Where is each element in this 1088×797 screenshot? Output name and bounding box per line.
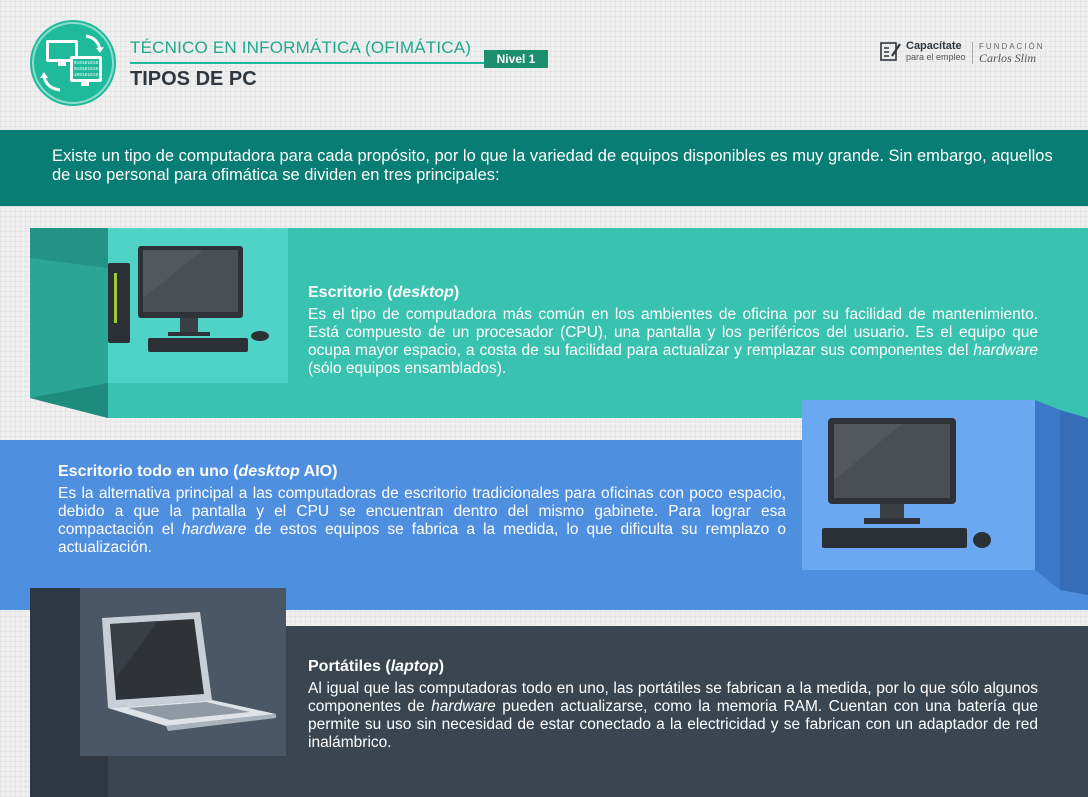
page-title: TIPOS DE PC bbox=[130, 68, 257, 90]
aio-description: Es la alternativa principal a las comput… bbox=[58, 485, 786, 556]
sponsor-divider bbox=[972, 42, 973, 64]
capacitate-name: Capacítate bbox=[906, 40, 962, 52]
desktop-description: Es el tipo de computadora más común en l… bbox=[308, 306, 1038, 377]
level-badge: Nivel 1 bbox=[484, 50, 548, 68]
laptop-title: Portátiles (laptop) bbox=[308, 658, 445, 675]
intro-text: Existe un tipo de computadora para cada … bbox=[52, 147, 1053, 184]
laptop-section: Portátiles (laptop) Al igual que las com… bbox=[308, 658, 1038, 752]
desktop-image bbox=[108, 228, 288, 383]
title-underline bbox=[130, 62, 540, 64]
foundation-label: FUNDACIÓN bbox=[979, 42, 1045, 51]
desktop-section: Escritorio (desktop) Es el tipo de compu… bbox=[308, 284, 1038, 378]
binary-line-3: 100101010 bbox=[74, 72, 99, 78]
page-header: 010101010 010101010 100101010 TÉCNICO EN… bbox=[0, 0, 1088, 128]
binary-line-1: 010101010 bbox=[74, 60, 99, 66]
laptop-image bbox=[88, 598, 278, 748]
all-in-one-pc-icon bbox=[822, 418, 991, 548]
course-title: TÉCNICO EN INFORMÁTICA (OFIMÁTICA) bbox=[130, 38, 472, 57]
aio-image bbox=[812, 410, 1022, 560]
intro-band: Existe un tipo de computadora para cada … bbox=[0, 130, 1088, 206]
aio-title: Escritorio todo en uno (desktop AIO) bbox=[58, 463, 338, 480]
desktop-pc-icon bbox=[108, 246, 269, 352]
foundation-name: Carlos Slim bbox=[979, 51, 1037, 65]
laptop-icon bbox=[102, 612, 276, 731]
binary-line-2: 010101010 bbox=[74, 66, 99, 72]
computer-sync-icon: 010101010 010101010 100101010 bbox=[32, 22, 114, 104]
capacitate-icon bbox=[880, 42, 901, 61]
desktop-title: Escritorio (desktop) bbox=[308, 284, 460, 301]
aio-section: Escritorio todo en uno (desktop AIO) Es … bbox=[58, 463, 786, 557]
sponsor-logos: Capacítate para el empleo FUNDACIÓN Carl… bbox=[880, 40, 1060, 70]
capacitate-tagline: para el empleo bbox=[906, 52, 966, 62]
course-logo: 010101010 010101010 100101010 bbox=[30, 20, 116, 106]
laptop-description: Al igual que las computadoras todo en un… bbox=[308, 680, 1038, 751]
